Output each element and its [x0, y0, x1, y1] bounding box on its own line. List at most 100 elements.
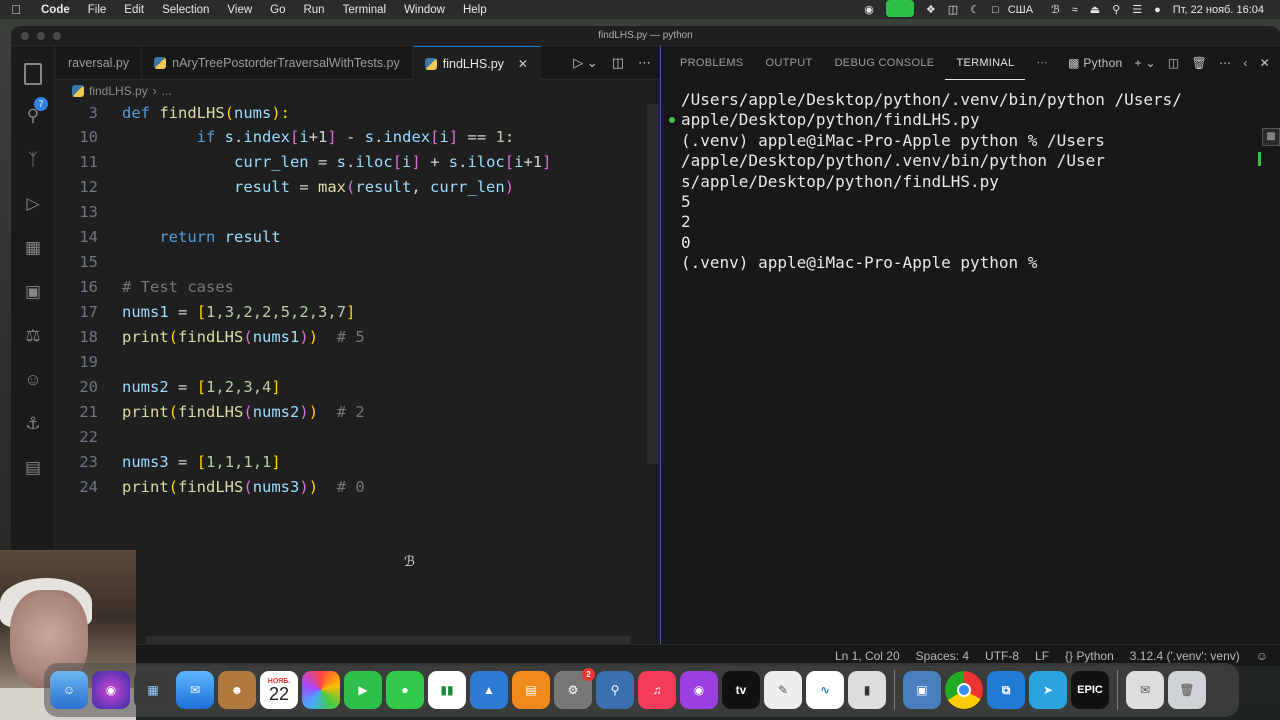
terminal-shell-select[interactable]: ▩ Python — [1068, 56, 1122, 70]
menu-window[interactable]: Window — [395, 4, 454, 16]
apple-menu-icon[interactable]:  — [0, 2, 32, 17]
chat-icon[interactable]: ▤ — [21, 456, 45, 480]
apple-tv-icon[interactable]: tv — [722, 671, 760, 709]
textedit-icon[interactable]: ✎ — [764, 671, 802, 709]
menu-run[interactable]: Run — [294, 4, 333, 16]
explorer-icon[interactable] — [24, 63, 42, 85]
remote-explorer-icon[interactable]: ▣ — [21, 280, 45, 304]
editor-scrollbar[interactable] — [647, 104, 659, 464]
finder-icon[interactable]: ☺ — [50, 671, 88, 709]
terminal-output[interactable]: /Users/apple/Desktop/python/.venv/bin/py… — [681, 90, 1182, 274]
chrome-icon[interactable] — [945, 671, 983, 709]
tab-output[interactable]: OUTPUT — [755, 46, 824, 80]
contacts-icon[interactable]: ☻ — [218, 671, 256, 709]
launchpad-icon[interactable]: ▦ — [134, 671, 172, 709]
new-terminal-icon[interactable]: + ⌄ — [1135, 56, 1156, 70]
books-icon[interactable]: ▤ — [512, 671, 550, 709]
control-center-icon[interactable]: ☰ — [1126, 3, 1148, 16]
horizontal-scrollbar[interactable] — [146, 636, 631, 644]
podcasts-icon[interactable]: ◉ — [680, 671, 718, 709]
indentation[interactable]: Spaces: 4 — [916, 649, 969, 663]
mail-icon[interactable]: ✉ — [176, 671, 214, 709]
iphone-mirroring-icon[interactable]: ▮ — [848, 671, 886, 709]
eject-icon[interactable]: ⏏ — [1084, 3, 1106, 16]
siri-icon[interactable]: ● — [1148, 4, 1167, 16]
panel-more-icon[interactable]: ⋯ — [1025, 46, 1058, 80]
epic-games-icon[interactable]: EPIC — [1071, 671, 1109, 709]
breadcrumb-file[interactable]: findLHS.py — [89, 84, 148, 98]
panel-more-actions-icon[interactable]: ⋯ — [1219, 56, 1231, 70]
menu-selection[interactable]: Selection — [153, 4, 218, 16]
breadcrumb-more[interactable]: ... — [162, 84, 172, 98]
docker-icon[interactable]: ⚓ — [21, 412, 45, 436]
line-ending[interactable]: LF — [1035, 649, 1049, 663]
encoding[interactable]: UTF-8 — [985, 649, 1019, 663]
menu-file[interactable]: File — [79, 4, 116, 16]
input-source-icon[interactable]: □ США — [986, 4, 1045, 16]
menubar-clock[interactable]: Пт, 22 нояб. 16:04 — [1167, 4, 1270, 16]
tab-narytree[interactable]: nAryTreePostorderTraversalWithTests.py — [142, 46, 413, 80]
tab-problems[interactable]: PROBLEMS — [669, 46, 755, 80]
camera-icon[interactable] — [880, 0, 920, 20]
system-settings-icon[interactable]: ⚙ 2 — [554, 668, 595, 709]
messages-icon[interactable]: ● — [386, 671, 424, 709]
music-icon[interactable]: ♫ — [638, 671, 676, 709]
menu-edit[interactable]: Edit — [115, 4, 153, 16]
display-icon[interactable]: ◫ — [942, 3, 964, 16]
vscode-icon[interactable]: ⧉ — [987, 671, 1025, 709]
python-interpreter[interactable]: 3.12.4 ('.venv': venv) — [1130, 649, 1240, 663]
numbers-icon[interactable]: ▮▮ — [428, 671, 466, 709]
bluetooth-icon[interactable]: ℬ — [1045, 3, 1066, 16]
zoom-window-button[interactable] — [53, 32, 61, 40]
tab-terminal[interactable]: TERMINAL — [945, 46, 1026, 80]
freeform-icon[interactable]: ∿ — [806, 671, 844, 709]
menu-view[interactable]: View — [218, 4, 261, 16]
record-icon[interactable]: ◉ — [858, 3, 880, 16]
dock-separator — [894, 670, 895, 710]
split-terminal-icon[interactable]: ◫ — [1168, 56, 1180, 70]
more-actions-icon[interactable]: ⋯ — [638, 55, 651, 71]
tab-debug-console[interactable]: DEBUG CONSOLE — [824, 46, 946, 80]
siri-icon[interactable]: ◉ — [92, 671, 130, 709]
keynote-icon[interactable]: ▲ — [470, 671, 508, 709]
source-control-icon[interactable]: ᛉ — [21, 148, 45, 172]
close-tab-icon[interactable]: ✕ — [518, 47, 528, 81]
menu-app[interactable]: Code — [32, 4, 79, 16]
editor-tabs: raversal.py nAryTreePostorderTraversalWi… — [56, 46, 659, 80]
terminal-scrollbar[interactable] — [1258, 86, 1266, 606]
quicktime-icon[interactable]: ⚲ — [596, 671, 634, 709]
tab-raversal[interactable]: raversal.py — [56, 46, 143, 80]
copilot-icon[interactable]: ☺ — [21, 368, 45, 392]
trash-icon[interactable]: 🗑 — [1191, 56, 1207, 70]
search-icon[interactable]: ⚲ — [1106, 3, 1126, 16]
copilot-status-icon[interactable]: ☺ — [1256, 649, 1268, 663]
screen-share-icon[interactable]: ❖ — [920, 3, 942, 16]
search-icon[interactable]: ⚲ — [21, 104, 45, 128]
run-debug-icon[interactable]: ▷ — [21, 192, 45, 216]
terminal-instance-icon[interactable]: ▩ — [1262, 128, 1280, 146]
trash-icon[interactable]: 🗑 — [1168, 671, 1206, 709]
cursor-position[interactable]: Ln 1, Col 20 — [835, 649, 900, 663]
menu-terminal[interactable]: Terminal — [334, 4, 395, 16]
wifi-icon[interactable]: ≈ — [1066, 4, 1084, 16]
facetime-icon[interactable]: ▶ — [344, 671, 382, 709]
photos-icon[interactable] — [302, 671, 340, 709]
split-editor-icon[interactable]: ◫ — [612, 55, 624, 71]
telegram-icon[interactable]: ➤ — [1029, 671, 1067, 709]
close-window-button[interactable] — [21, 32, 29, 40]
downloads-stack-icon[interactable]: ✉ — [1126, 671, 1164, 709]
menu-go[interactable]: Go — [261, 4, 294, 16]
testing-icon[interactable]: ⚖ — [21, 324, 45, 348]
run-python-icon[interactable]: ▷ ⌄ — [573, 55, 598, 71]
extensions-icon[interactable]: ▦ — [21, 236, 45, 260]
minimize-window-button[interactable] — [37, 32, 45, 40]
language-mode[interactable]: {} Python — [1065, 649, 1114, 663]
line-number: 12 — [79, 178, 98, 196]
close-panel-icon[interactable]: ✕ — [1260, 56, 1270, 70]
menu-help[interactable]: Help — [454, 4, 496, 16]
tab-findlhs[interactable]: findLHS.py ✕ — [412, 46, 541, 81]
chevron-left-icon[interactable]: ‹ — [1243, 56, 1247, 70]
moon-icon[interactable]: ☾ — [964, 3, 986, 16]
preview-icon[interactable]: ▣ — [903, 671, 941, 709]
calendar-icon[interactable]: НОЯБ. 22 — [260, 671, 298, 709]
